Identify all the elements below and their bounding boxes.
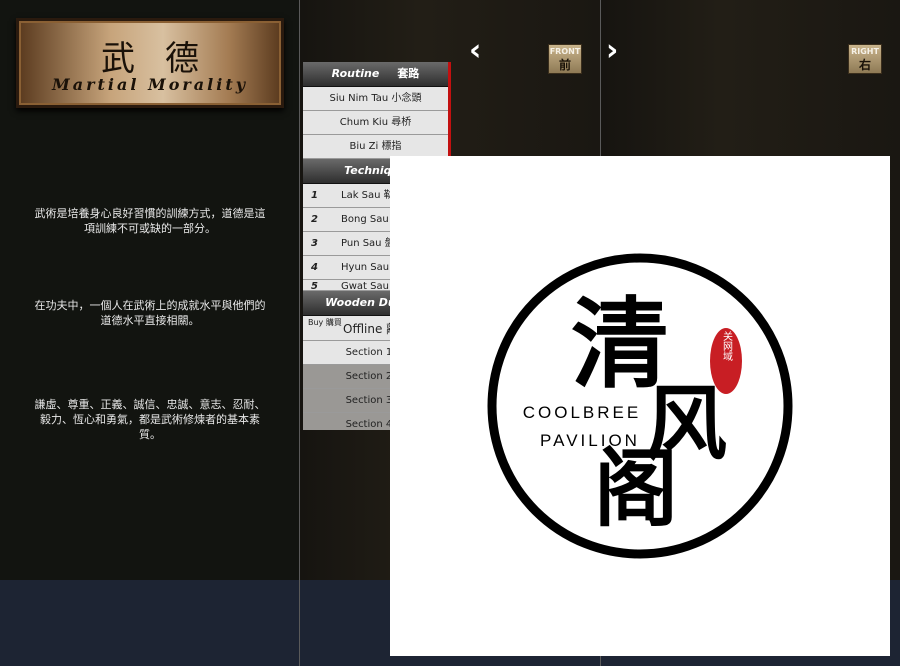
technique-num: 5	[311, 281, 318, 291]
routine-header: Routine 套路	[303, 62, 448, 87]
logo-char-ge: 阁	[594, 439, 678, 538]
technique-num: 4	[311, 262, 318, 273]
logo-line2: PAVILION	[540, 431, 640, 450]
routine-item[interactable]: Siu Nim Tau 小念頭	[303, 87, 448, 111]
divider-left	[299, 0, 300, 666]
technique-num: 2	[311, 214, 318, 225]
view-right-en: RIGHT	[851, 47, 879, 56]
technique-label: Lak Sau 勒	[341, 190, 394, 201]
routine-header-en: Routine	[331, 67, 380, 80]
view-badge-front[interactable]: FRONT 前	[548, 44, 582, 74]
title-plaque: 武德 Martial Morality	[16, 18, 284, 108]
technique-num: 3	[311, 238, 318, 249]
watermark-logo: 清 风 阁 关网域 COOLBREE PAVILION	[390, 156, 890, 656]
routine-item[interactable]: Chum Kiu 尋桥	[303, 111, 448, 135]
paragraph-3: 謙虛、尊重、正義、誠信、忠誠、意志、忍耐、毅力、恆心和勇氣，都是武術修煉者的基本…	[34, 398, 266, 441]
logo-seal-text: 关网域	[721, 330, 733, 361]
view-badge-right[interactable]: RIGHT 右	[848, 44, 882, 74]
plaque-title-en: Martial Morality	[51, 75, 248, 94]
view-right-cn: 右	[858, 58, 871, 72]
buy-label[interactable]: Buy 購買	[308, 318, 342, 327]
chevron-left-icon[interactable]: ‹	[469, 36, 481, 66]
plaque-title-cn: 武德	[101, 39, 229, 79]
paragraph-2: 在功夫中，一個人在武術上的成就水平與他們的道德水平直接相關。	[34, 299, 266, 327]
view-front-cn: 前	[558, 58, 571, 72]
logo-graphic: 清 风 阁 关网域 COOLBREE PAVILION	[487, 253, 793, 559]
paragraph-1: 武術是培養身心良好習慣的訓練方式，道德是這項訓練不可或缺的一部分。	[34, 207, 266, 235]
chevron-right-icon[interactable]: ›	[606, 36, 618, 66]
logo-line1: COOLBREE	[523, 403, 641, 422]
technique-label: Pun Sau 盤	[341, 238, 395, 249]
view-front-en: FRONT	[549, 47, 581, 56]
info-panel: 武德 Martial Morality 武術是培養身心良好習慣的訓練方式，道德是…	[0, 0, 300, 580]
routine-header-cn: 套路	[397, 67, 420, 80]
technique-num: 1	[311, 190, 318, 201]
